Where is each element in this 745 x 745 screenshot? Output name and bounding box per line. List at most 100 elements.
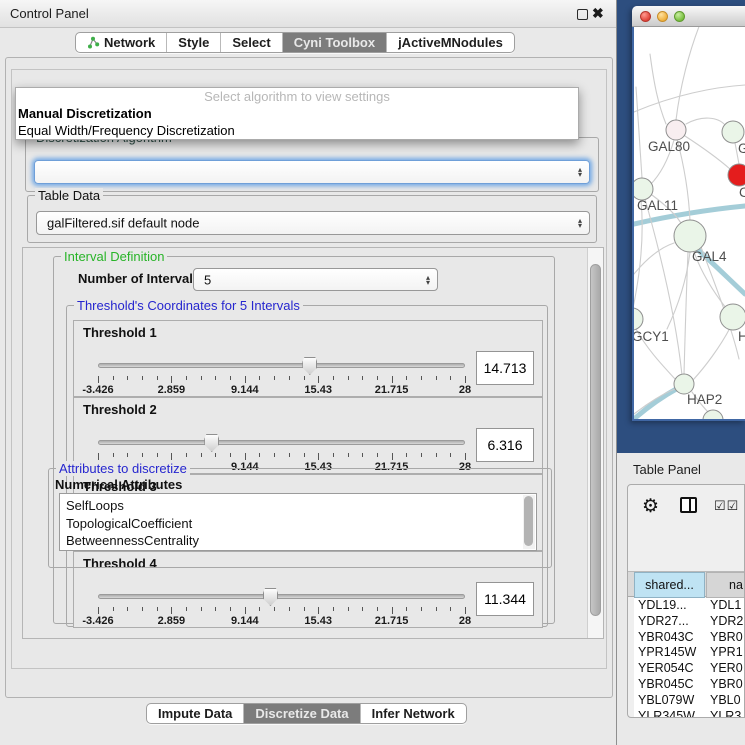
tab-jactivemnodules[interactable]: jActiveMNodules bbox=[387, 33, 514, 52]
network-canvas[interactable]: GAL80GACGAL11GAL4GCY1HHAP2 bbox=[634, 27, 745, 419]
cell-name[interactable]: YER0 bbox=[710, 661, 745, 677]
cell-shared-name[interactable]: YBR045C bbox=[638, 677, 704, 693]
number-of-intervals-combobox[interactable]: 5 ▴▾ bbox=[193, 268, 438, 291]
float-window-icon[interactable] bbox=[577, 9, 588, 20]
dropdown-option[interactable]: Manual Discretization bbox=[16, 105, 578, 122]
cell-name[interactable]: YBL0 bbox=[710, 693, 745, 709]
close-icon[interactable]: ✖ bbox=[592, 5, 604, 22]
slider-track[interactable] bbox=[98, 363, 465, 368]
tab-select[interactable]: Select bbox=[221, 33, 282, 52]
cell-shared-name[interactable]: YER054C bbox=[638, 661, 704, 677]
scrollbar-thumb[interactable] bbox=[524, 496, 533, 546]
gear-icon[interactable]: ⚙ bbox=[642, 495, 659, 518]
slider-thumb[interactable] bbox=[302, 357, 317, 375]
network-node[interactable] bbox=[703, 410, 723, 419]
cell-name[interactable]: YBR0 bbox=[710, 677, 745, 693]
select-columns-icon[interactable]: ☑☑ bbox=[714, 498, 739, 514]
slider-thumb[interactable] bbox=[263, 588, 278, 606]
network-edge[interactable] bbox=[634, 200, 642, 308]
attribute-list-item[interactable]: BetweennessCentrality bbox=[66, 532, 536, 550]
network-node[interactable] bbox=[634, 178, 653, 200]
slider-thumb[interactable] bbox=[204, 434, 219, 452]
dropdown-prompt-item[interactable]: Select algorithm to view settings bbox=[16, 88, 578, 105]
bottom-tab-label: Discretize Data bbox=[255, 704, 348, 723]
cell-name[interactable]: YLR3 bbox=[710, 709, 745, 718]
dropdown-option[interactable]: Equal Width/Frequency Discretization bbox=[16, 122, 578, 139]
close-traffic-light[interactable] bbox=[640, 11, 651, 22]
network-edge[interactable] bbox=[645, 199, 682, 375]
network-thick-edge[interactable] bbox=[634, 388, 678, 419]
minimize-traffic-light[interactable] bbox=[657, 11, 668, 22]
interval-definition-label: Interval Definition bbox=[61, 249, 167, 264]
network-node[interactable] bbox=[666, 120, 686, 140]
table-row[interactable]: YBR043C YBR0 bbox=[634, 630, 745, 646]
table-row[interactable]: YLR345W YLR3 bbox=[634, 709, 745, 718]
slider-track[interactable] bbox=[98, 594, 465, 599]
attribute-list-item[interactable]: TopologicalCoefficient bbox=[66, 515, 536, 533]
cell-shared-name[interactable]: YDL19... bbox=[638, 598, 704, 614]
network-node[interactable] bbox=[720, 304, 745, 330]
network-node[interactable] bbox=[728, 164, 745, 186]
network-edge[interactable] bbox=[676, 27, 700, 120]
threshold-value-field[interactable]: 6.316 bbox=[476, 428, 534, 462]
tab-cyni-toolbox[interactable]: Cyni Toolbox bbox=[283, 33, 387, 52]
threshold-value-field[interactable]: 14.713 bbox=[476, 351, 534, 385]
bottom-tab-impute-data[interactable]: Impute Data bbox=[147, 704, 244, 723]
zoom-traffic-light[interactable] bbox=[674, 11, 685, 22]
cell-name[interactable]: YDR2 bbox=[710, 614, 745, 630]
table-data-group: Table Data galFiltered.sif default node … bbox=[27, 195, 597, 243]
vertical-scrollbar[interactable] bbox=[587, 248, 603, 638]
table-row[interactable]: YBL079W YBL0 bbox=[634, 693, 745, 709]
split-columns-icon[interactable] bbox=[680, 497, 697, 513]
column-header-name[interactable]: na bbox=[706, 572, 745, 598]
column-header-shared-name[interactable]: shared... bbox=[634, 572, 705, 598]
bottom-tab-infer-network[interactable]: Infer Network bbox=[361, 704, 466, 723]
tab-network[interactable]: Network bbox=[76, 33, 167, 52]
slider-ticks bbox=[98, 376, 465, 384]
attribute-list-item[interactable]: SelfLoops bbox=[66, 497, 536, 515]
network-node[interactable] bbox=[674, 220, 706, 252]
network-node[interactable] bbox=[634, 308, 643, 330]
slider-track[interactable] bbox=[98, 440, 465, 445]
bottom-tab-label: Impute Data bbox=[158, 704, 232, 723]
bottom-tab-discretize-data[interactable]: Discretize Data bbox=[244, 704, 360, 723]
list-scrollbar[interactable] bbox=[523, 495, 535, 549]
table-row[interactable]: YDL19... YDL1 bbox=[634, 598, 745, 614]
table-row[interactable]: YPR145W YPR1 bbox=[634, 645, 745, 661]
cell-shared-name[interactable]: YBL079W bbox=[638, 693, 704, 709]
network-edge[interactable] bbox=[634, 243, 674, 274]
scrollbar-thumb[interactable] bbox=[590, 264, 601, 616]
number-of-intervals-label: Number of Intervals bbox=[78, 271, 200, 286]
cyni-bottom-tabs: Impute Data Discretize Data Infer Network bbox=[146, 703, 467, 724]
table-data-combobox[interactable]: galFiltered.sif default node ▴▾ bbox=[36, 211, 590, 235]
network-edge[interactable] bbox=[636, 87, 642, 178]
cell-shared-name[interactable]: YBR043C bbox=[638, 630, 704, 646]
threshold-slider[interactable]: -3.4262.8599.14415.4321.71528 bbox=[98, 588, 465, 624]
tab-label: Cyni Toolbox bbox=[294, 33, 375, 52]
network-edge[interactable] bbox=[693, 328, 730, 380]
table-row[interactable]: YER054C YER0 bbox=[634, 661, 745, 677]
table-row[interactable]: YDR27... YDR2 bbox=[634, 614, 745, 630]
network-edge[interactable] bbox=[685, 136, 730, 169]
network-edge[interactable] bbox=[634, 85, 745, 112]
cell-shared-name[interactable]: YPR145W bbox=[638, 645, 704, 661]
cell-name[interactable]: YBR0 bbox=[710, 630, 745, 646]
algorithm-combobox[interactable]: ▴▾ bbox=[34, 160, 590, 184]
network-edge[interactable] bbox=[650, 54, 666, 124]
network-edge[interactable] bbox=[684, 252, 688, 374]
threshold-value-field[interactable]: 11.344 bbox=[476, 582, 534, 616]
table-row[interactable]: YBR045C YBR0 bbox=[634, 677, 745, 693]
tab-label: Style bbox=[178, 33, 209, 52]
network-edge[interactable] bbox=[686, 118, 725, 125]
cell-shared-name[interactable]: YDR27... bbox=[638, 614, 704, 630]
network-node[interactable] bbox=[674, 374, 694, 394]
tab-style[interactable]: Style bbox=[167, 33, 221, 52]
threshold-slider[interactable]: -3.4262.8599.14415.4321.71528 bbox=[98, 357, 465, 393]
network-view-window: GAL80GACGAL11GAL4GCY1HHAP2 bbox=[632, 6, 745, 421]
numerical-attributes-list[interactable]: SelfLoopsTopologicalCoefficientBetweenne… bbox=[59, 493, 537, 551]
cell-name[interactable]: YPR1 bbox=[710, 645, 745, 661]
network-node[interactable] bbox=[722, 121, 744, 143]
cell-name[interactable]: YDL1 bbox=[710, 598, 745, 614]
cell-shared-name[interactable]: YLR345W bbox=[638, 709, 704, 718]
threshold-panel: Threshold 1-3.4262.8599.14415.4321.71528… bbox=[73, 320, 543, 397]
